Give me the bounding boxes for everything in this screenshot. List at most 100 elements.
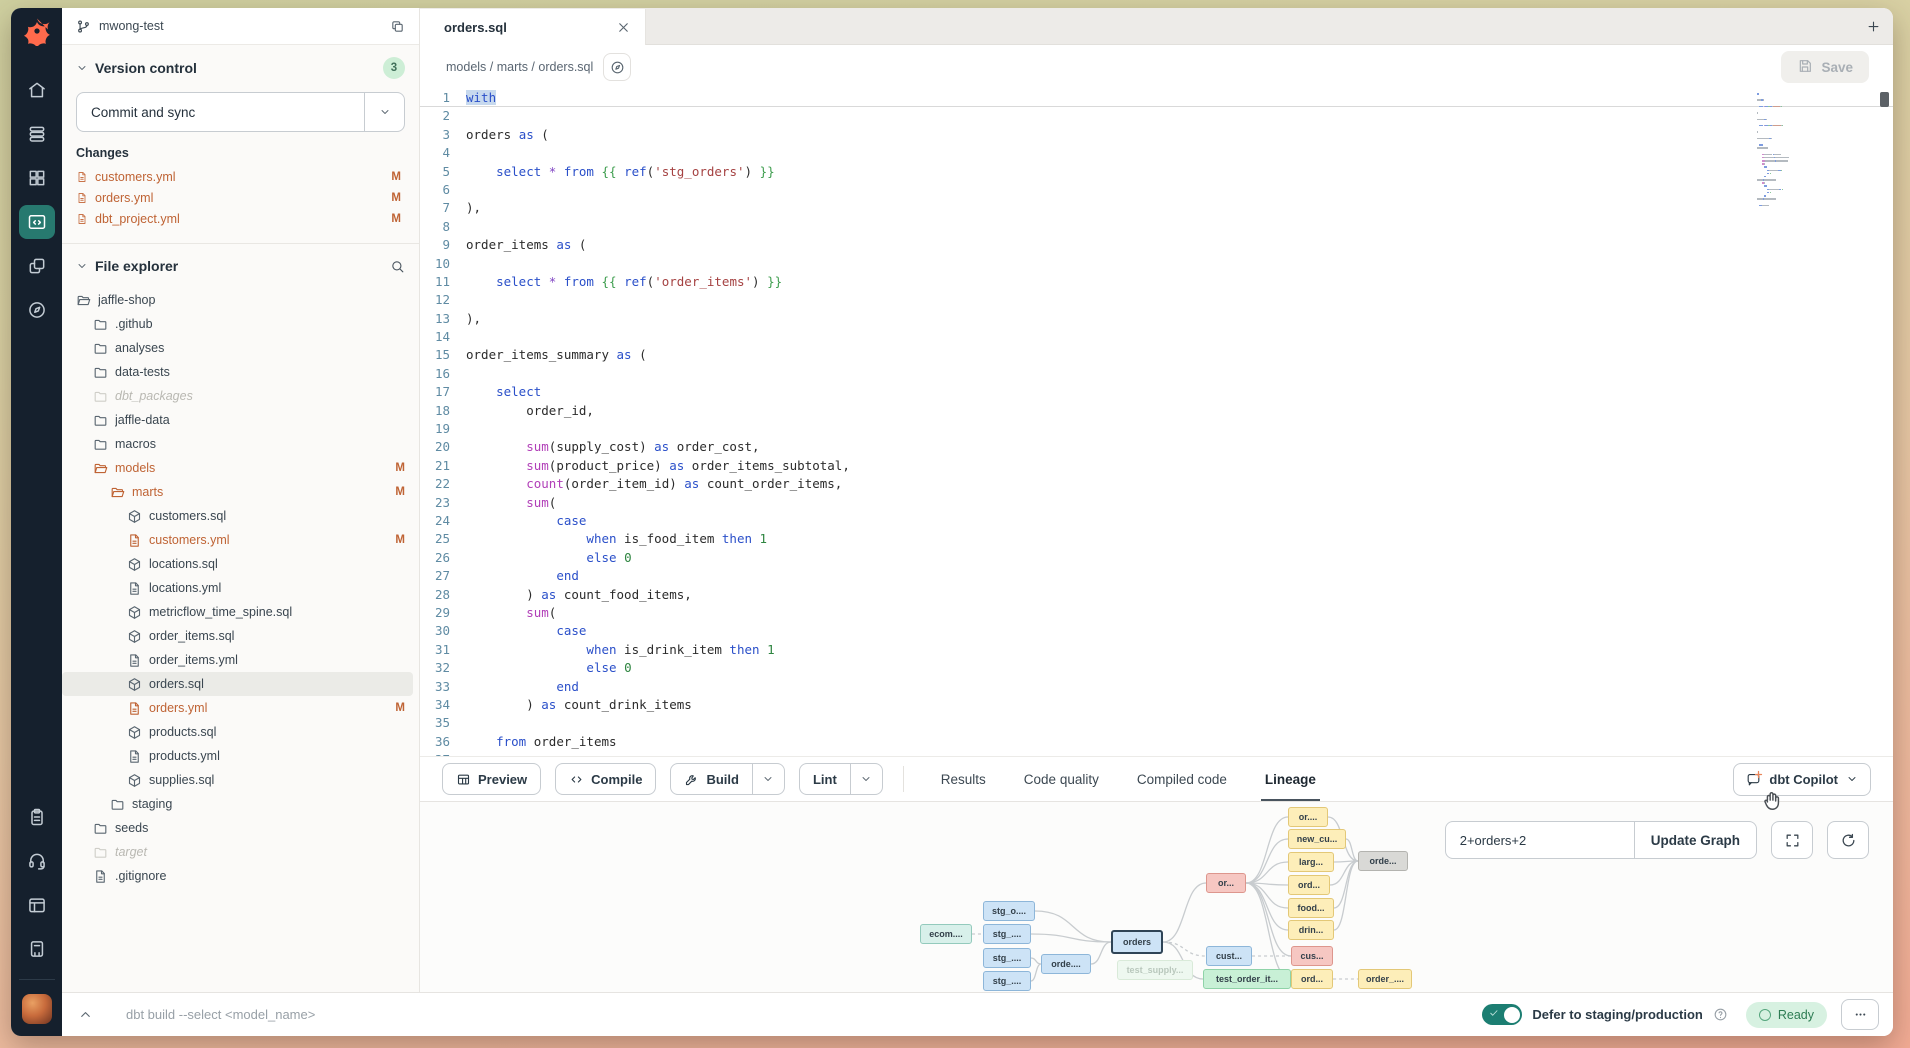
update-graph-button[interactable]: Update Graph (1634, 822, 1756, 858)
tree-item-locations.sql[interactable]: locations.sql (62, 552, 413, 576)
code-line-1[interactable]: 1with (420, 89, 1893, 107)
rail-item-orchestration-icon[interactable] (19, 249, 55, 283)
lineage-node-ghost[interactable]: test_supply... (1117, 960, 1193, 980)
code-line-24[interactable]: 24 case (420, 512, 1893, 530)
tab-compiled-code[interactable]: Compiled code (1137, 757, 1227, 802)
lineage-node-orders[interactable]: orders (1111, 930, 1163, 954)
lineage-node-y2[interactable]: new_cu... (1288, 829, 1346, 849)
chevron-down-icon[interactable] (76, 62, 88, 74)
tree-item-data-tests[interactable]: data-tests (62, 360, 413, 384)
more-options-button[interactable] (1841, 999, 1879, 1030)
tab-code-quality[interactable]: Code quality (1024, 757, 1099, 802)
code-line-5[interactable]: 5 select * from {{ ref('stg_orders') }} (420, 163, 1893, 181)
lineage-node-y7[interactable]: ord... (1291, 969, 1333, 989)
tree-item-models[interactable]: modelsM (62, 456, 413, 480)
code-line-21[interactable]: 21 sum(product_price) as order_items_sub… (420, 457, 1893, 475)
changed-file-dbt_project.yml[interactable]: dbt_project.ymlM (76, 208, 405, 229)
code-line-29[interactable]: 29 sum( (420, 604, 1893, 622)
tree-item-.github[interactable]: .github (62, 312, 413, 336)
help-icon[interactable] (1713, 1007, 1728, 1022)
code-line-22[interactable]: 22 count(order_item_id) as count_order_i… (420, 475, 1893, 493)
tab-lineage[interactable]: Lineage (1265, 757, 1316, 802)
code-line-31[interactable]: 31 when is_drink_item then 1 (420, 641, 1893, 659)
code-line-3[interactable]: 3orders as ( (420, 126, 1893, 144)
rail-item-home-icon[interactable] (19, 73, 55, 107)
rail-item-support-icon[interactable] (19, 844, 55, 878)
save-button[interactable]: Save (1781, 51, 1869, 83)
lint-button[interactable]: Lint (799, 763, 883, 795)
dbt-copilot-button[interactable]: dbt Copilot (1733, 763, 1871, 796)
preview-button[interactable]: Preview (442, 763, 541, 795)
user-avatar[interactable] (22, 994, 52, 1024)
search-icon[interactable] (390, 259, 405, 274)
fullscreen-icon[interactable] (1771, 821, 1813, 859)
code-line-35[interactable]: 35 (420, 714, 1893, 732)
code-line-14[interactable]: 14 (420, 328, 1893, 346)
lineage-node-stg3[interactable]: stg_.... (983, 948, 1031, 968)
lineage-node-y8[interactable]: order_.... (1358, 969, 1412, 989)
dbt-logo[interactable] (11, 8, 62, 54)
tree-item-products.yml[interactable]: products.yml (62, 744, 413, 768)
lineage-node-ecom[interactable]: ecom.... (920, 924, 972, 944)
lineage-node-toi[interactable]: test_order_it... (1203, 969, 1291, 989)
code-line-20[interactable]: 20 sum(supply_cost) as order_cost, (420, 438, 1893, 456)
rail-item-whats-new-icon[interactable] (19, 932, 55, 966)
changed-file-orders.yml[interactable]: orders.ymlM (76, 187, 405, 208)
tree-item-dbt_packages[interactable]: dbt_packages (62, 384, 413, 408)
tab-orders-sql[interactable]: orders.sql (420, 9, 646, 45)
explorer-compass-icon[interactable] (603, 53, 631, 81)
code-line-25[interactable]: 25 when is_food_item then 1 (420, 530, 1893, 548)
code-line-26[interactable]: 26 else 0 (420, 549, 1893, 567)
code-editor[interactable]: 1with23orders as (45 select * from {{ re… (420, 89, 1893, 756)
tree-item-staging[interactable]: staging (62, 792, 413, 816)
code-line-32[interactable]: 32 else 0 (420, 659, 1893, 677)
tree-item-locations.yml[interactable]: locations.yml (62, 576, 413, 600)
code-line-30[interactable]: 30 case (420, 622, 1893, 640)
close-icon[interactable] (616, 20, 631, 35)
minimap[interactable] (1757, 93, 1829, 211)
code-line-36[interactable]: 36 from order_items (420, 733, 1893, 751)
tree-item-target[interactable]: target (62, 840, 413, 864)
tree-item-macros[interactable]: macros (62, 432, 413, 456)
lineage-node-y4[interactable]: ord... (1288, 875, 1330, 895)
rail-item-explore-icon[interactable] (19, 293, 55, 327)
chevron-down-icon[interactable] (76, 260, 88, 272)
tree-item-jaffle-shop[interactable]: jaffle-shop (62, 288, 413, 312)
lineage-node-y1[interactable]: or.... (1288, 807, 1328, 827)
code-line-23[interactable]: 23 sum( (420, 494, 1893, 512)
code-line-27[interactable]: 27 end (420, 567, 1893, 585)
lineage-node-stg1[interactable]: stg_o.... (983, 901, 1035, 921)
tab-results[interactable]: Results (941, 757, 986, 802)
tree-item-orders.sql[interactable]: orders.sql (62, 672, 413, 696)
copy-icon[interactable] (390, 19, 405, 34)
rail-item-apps-icon[interactable] (19, 161, 55, 195)
chevron-up-icon[interactable] (78, 1007, 104, 1022)
command-input[interactable]: dbt build --select <model_name> (126, 1007, 1482, 1022)
lineage-node-stg2[interactable]: stg_.... (983, 924, 1031, 944)
code-line-33[interactable]: 33 end (420, 678, 1893, 696)
code-line-37[interactable]: 37 (420, 751, 1893, 756)
lineage-node-y6[interactable]: drin... (1288, 920, 1334, 940)
commit-and-sync-button[interactable]: Commit and sync (76, 92, 405, 132)
tree-item-orders.yml[interactable]: orders.ymlM (62, 696, 413, 720)
code-line-28[interactable]: 28 ) as count_food_items, (420, 586, 1893, 604)
rail-item-docs-icon[interactable] (19, 888, 55, 922)
code-line-7[interactable]: 7), (420, 199, 1893, 217)
lineage-node-cusp[interactable]: cus... (1291, 946, 1333, 966)
lineage-node-orp[interactable]: or... (1206, 873, 1246, 893)
scrollbar-thumb[interactable] (1880, 92, 1889, 107)
tree-item-metricflow_time_spine.sql[interactable]: metricflow_time_spine.sql (62, 600, 413, 624)
code-line-16[interactable]: 16 (420, 365, 1893, 383)
lint-dropdown-chevron-icon[interactable] (850, 764, 882, 794)
tree-item-jaffle-data[interactable]: jaffle-data (62, 408, 413, 432)
tree-item-.gitignore[interactable]: .gitignore (62, 864, 413, 888)
code-line-18[interactable]: 18 order_id, (420, 402, 1893, 420)
commit-options-chevron-icon[interactable] (364, 93, 404, 131)
code-line-6[interactable]: 6 (420, 181, 1893, 199)
new-tab-button[interactable] (1853, 8, 1893, 44)
lineage-node-cust[interactable]: cust... (1206, 946, 1252, 966)
code-line-34[interactable]: 34 ) as count_drink_items (420, 696, 1893, 714)
code-line-2[interactable]: 2 (420, 107, 1893, 125)
lineage-node-stg4[interactable]: stg_.... (983, 971, 1031, 991)
code-line-11[interactable]: 11 select * from {{ ref('order_items') }… (420, 273, 1893, 291)
